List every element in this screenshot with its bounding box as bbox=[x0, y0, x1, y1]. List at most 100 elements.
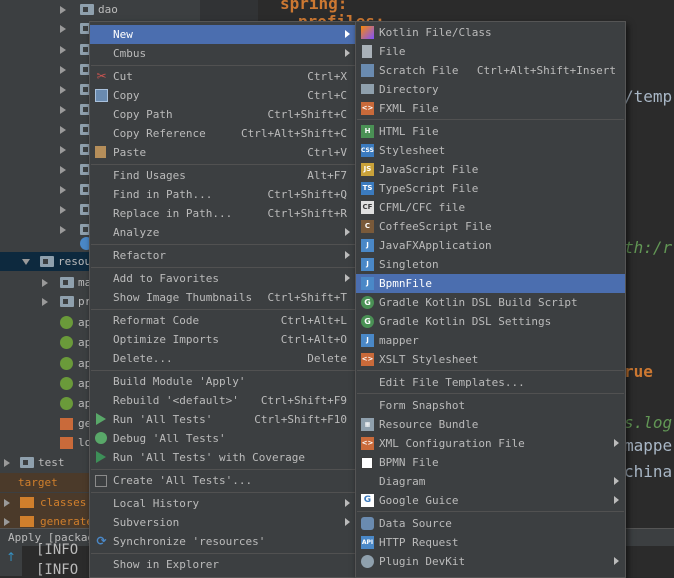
submenu-item-resource-bundle[interactable]: ▦ Resource Bundle bbox=[356, 415, 625, 434]
menu-item-label: Copy Path bbox=[113, 108, 173, 121]
submenu-item-javascript-file[interactable]: JS JavaScript File bbox=[356, 160, 625, 179]
submenu-item-scratch-file[interactable]: Scratch File Ctrl+Alt+Shift+Insert bbox=[356, 61, 625, 80]
menu-item-cut[interactable]: ✂ Cut Ctrl+X bbox=[90, 67, 356, 86]
expand-arrow-icon[interactable] bbox=[42, 279, 48, 287]
menu-item-label: TypeScript File bbox=[379, 182, 479, 195]
menu-item-label: New bbox=[113, 28, 133, 41]
submenu-item-directory[interactable]: Directory bbox=[356, 80, 625, 99]
menu-item-optimize-imports[interactable]: Optimize Imports Ctrl+Alt+O bbox=[90, 330, 356, 349]
menu-item-shortcut: Ctrl+Alt+O bbox=[280, 333, 347, 346]
menu-item-create-all-tests[interactable]: Create 'All Tests'... bbox=[90, 471, 356, 490]
expand-arrow-icon[interactable] bbox=[60, 146, 66, 154]
scroll-up-icon[interactable]: ↑ bbox=[6, 550, 16, 564]
expand-arrow-icon[interactable] bbox=[60, 6, 66, 14]
submenu-item-data-source[interactable]: Data Source bbox=[356, 514, 625, 533]
menu-item-rebuild[interactable]: Rebuild '<default>' Ctrl+Shift+F9 bbox=[90, 391, 356, 410]
submenu-item-cfml-file[interactable]: CF CFML/CFC file bbox=[356, 198, 625, 217]
submenu-item-coffeescript-file[interactable]: C CoffeeScript File bbox=[356, 217, 625, 236]
expand-arrow-icon[interactable] bbox=[42, 298, 48, 306]
menu-item-show-image-thumbnails[interactable]: Show Image Thumbnails Ctrl+Shift+T bbox=[90, 288, 356, 307]
menu-item-label: Show in Explorer bbox=[113, 558, 219, 571]
menu-item-new[interactable]: New bbox=[90, 25, 356, 44]
submenu-item-javafx-application[interactable]: J JavaFXApplication bbox=[356, 236, 625, 255]
menu-item-local-history[interactable]: Local History bbox=[90, 494, 356, 513]
menu-item-shortcut: Ctrl+Shift+Q bbox=[267, 188, 347, 201]
css-icon: CSS bbox=[361, 144, 374, 157]
menu-item-refactor[interactable]: Refactor bbox=[90, 246, 356, 265]
submenu-item-typescript-file[interactable]: TS TypeScript File bbox=[356, 179, 625, 198]
expand-arrow-icon[interactable] bbox=[60, 166, 66, 174]
menu-item-label: Cut bbox=[113, 70, 133, 83]
menu-item-label: Run 'All Tests' with Coverage bbox=[113, 451, 306, 464]
xml-file-icon bbox=[60, 418, 73, 430]
submenu-item-file[interactable]: File bbox=[356, 42, 625, 61]
menu-item-shortcut: Alt+F7 bbox=[307, 169, 347, 182]
menu-item-subversion[interactable]: Subversion bbox=[90, 513, 356, 532]
menu-item-run-all-tests[interactable]: Run 'All Tests' Ctrl+Shift+F10 bbox=[90, 410, 356, 429]
menu-item-copy-path[interactable]: Copy Path Ctrl+Shift+C bbox=[90, 105, 356, 124]
submenu-item-http-request[interactable]: API HTTP Request bbox=[356, 533, 625, 552]
submenu-item-kotlin-file[interactable]: Kotlin File/Class bbox=[356, 23, 625, 42]
submenu-item-edit-file-templates[interactable]: Edit File Templates... bbox=[356, 373, 625, 392]
spring-config-icon bbox=[60, 336, 73, 349]
submenu-item-bpmn-file[interactable]: BPMN File bbox=[356, 453, 625, 472]
expand-arrow-icon[interactable] bbox=[60, 226, 66, 234]
menu-item-reformat-code[interactable]: Reformat Code Ctrl+Alt+L bbox=[90, 311, 356, 330]
expand-arrow-icon[interactable] bbox=[60, 106, 66, 114]
file-icon bbox=[362, 45, 372, 58]
javafx-icon: J bbox=[361, 239, 374, 252]
expand-arrow-icon[interactable] bbox=[60, 25, 66, 33]
console-line: [INFO bbox=[36, 542, 79, 558]
menu-item-label: Stylesheet bbox=[379, 144, 446, 157]
code-fragment: s.log bbox=[624, 413, 673, 432]
expand-arrow-icon[interactable] bbox=[60, 66, 66, 74]
menu-item-analyze[interactable]: Analyze bbox=[90, 223, 356, 242]
menu-item-label: Analyze bbox=[113, 226, 160, 239]
menu-item-find-in-path[interactable]: Find in Path... Ctrl+Shift+Q bbox=[90, 185, 356, 204]
submenu-item-stylesheet[interactable]: CSS Stylesheet bbox=[356, 141, 625, 160]
collapse-arrow-icon[interactable] bbox=[22, 259, 30, 265]
submenu-item-html-file[interactable]: H HTML File bbox=[356, 122, 625, 141]
submenu-item-xml-configuration-file[interactable]: <> XML Configuration File bbox=[356, 434, 625, 453]
submenu-item-gradle-settings[interactable]: G Gradle Kotlin DSL Settings bbox=[356, 312, 625, 331]
menu-item-copy[interactable]: Copy Ctrl+C bbox=[90, 86, 356, 105]
expand-arrow-icon[interactable] bbox=[60, 126, 66, 134]
submenu-item-diagram[interactable]: Diagram bbox=[356, 472, 625, 491]
menu-item-label: BPMN File bbox=[379, 456, 439, 469]
menu-item-label: File bbox=[379, 45, 406, 58]
menu-item-replace-in-path[interactable]: Replace in Path... Ctrl+Shift+R bbox=[90, 204, 356, 223]
submenu-item-singleton[interactable]: J Singleton bbox=[356, 255, 625, 274]
expand-arrow-icon[interactable] bbox=[60, 86, 66, 94]
menu-item-debug-all-tests[interactable]: Debug 'All Tests' bbox=[90, 429, 356, 448]
submenu-item-mapper[interactable]: J mapper bbox=[356, 331, 625, 350]
menu-item-cmbus[interactable]: Cmbus bbox=[90, 44, 356, 63]
menu-item-add-to-favorites[interactable]: Add to Favorites bbox=[90, 269, 356, 288]
expand-arrow-icon[interactable] bbox=[60, 206, 66, 214]
submenu-item-fxml-file[interactable]: <> FXML File bbox=[356, 99, 625, 118]
menu-item-label: Show Image Thumbnails bbox=[113, 291, 253, 304]
menu-item-build-module[interactable]: Build Module 'Apply' bbox=[90, 372, 356, 391]
expand-arrow-icon[interactable] bbox=[4, 518, 10, 526]
menu-item-label: Data Source bbox=[379, 517, 452, 530]
menu-item-paste[interactable]: Paste Ctrl+V bbox=[90, 143, 356, 162]
expand-arrow-icon[interactable] bbox=[4, 499, 10, 507]
menu-item-show-in-explorer[interactable]: Show in Explorer bbox=[90, 555, 356, 574]
menu-item-copy-reference[interactable]: Copy Reference Ctrl+Alt+Shift+C bbox=[90, 124, 356, 143]
expand-arrow-icon[interactable] bbox=[60, 186, 66, 194]
submenu-item-xslt-stylesheet[interactable]: <> XSLT Stylesheet bbox=[356, 350, 625, 369]
submenu-item-plugin-devkit[interactable]: Plugin DevKit bbox=[356, 552, 625, 571]
menu-item-label: Create 'All Tests'... bbox=[113, 474, 253, 487]
submenu-item-bpmnfile[interactable]: J BpmnFile bbox=[356, 274, 625, 293]
submenu-item-google-guice[interactable]: G Google Guice bbox=[356, 491, 625, 510]
menu-item-synchronize[interactable]: ⟳ Synchronize 'resources' bbox=[90, 532, 356, 551]
menu-item-find-usages[interactable]: Find Usages Alt+F7 bbox=[90, 166, 356, 185]
menu-item-label: JavaScript File bbox=[379, 163, 479, 176]
expand-arrow-icon[interactable] bbox=[4, 459, 10, 467]
copy-icon bbox=[95, 89, 108, 102]
expand-arrow-icon[interactable] bbox=[60, 46, 66, 54]
menu-item-delete[interactable]: Delete... Delete bbox=[90, 349, 356, 368]
menu-item-run-with-coverage[interactable]: Run 'All Tests' with Coverage bbox=[90, 448, 356, 467]
submenu-item-gradle-build-script[interactable]: G Gradle Kotlin DSL Build Script bbox=[356, 293, 625, 312]
submenu-item-form-snapshot[interactable]: Form Snapshot bbox=[356, 396, 625, 415]
menu-item-label: Scratch File bbox=[379, 64, 459, 77]
